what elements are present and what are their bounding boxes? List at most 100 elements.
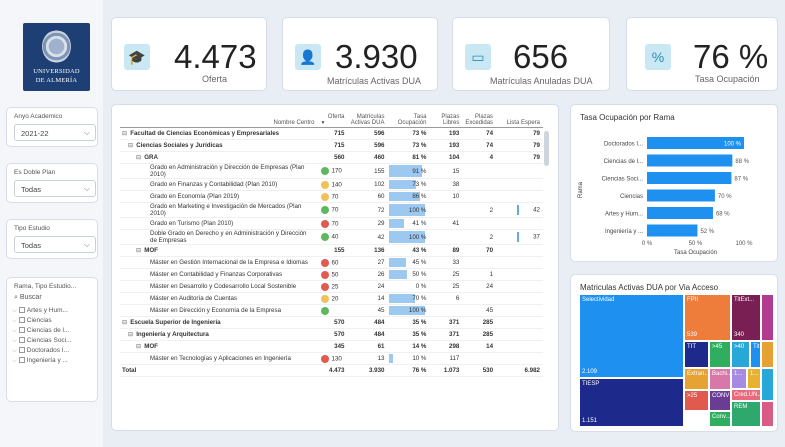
column-header[interactable]: Plazas Excedidas [462, 113, 497, 128]
treemap-tile[interactable]: TitExt... 340 [731, 294, 761, 341]
treemap-title: Matriculas Activas DUA por Via Acceso [580, 283, 719, 292]
rama-option[interactable]: ⌵ Ciencias [12, 316, 96, 326]
treemap-tile[interactable]: Cred.UN... [731, 389, 761, 401]
cell-value: 136 [347, 244, 388, 257]
column-header[interactable]: Plazas Libres [429, 113, 463, 128]
rama-bar-label: 52 % [700, 229, 714, 235]
column-header[interactable]: Matrículas Activas DUA [347, 113, 388, 128]
table-row: Grado en Economía (Plan 2019) 70 60 86 % 10 [120, 190, 543, 203]
rama-bar[interactable] [647, 224, 698, 237]
treemap-tile[interactable]: TIT [684, 341, 709, 368]
treemap-tile[interactable]: >25 [684, 390, 709, 411]
column-header[interactable]: Tasa Ocupación [387, 113, 430, 128]
cell-value: 74 [462, 139, 497, 152]
cell-value: 155 [317, 244, 348, 257]
column-header[interactable]: Nombre Centro [120, 113, 318, 128]
tipo-dropdown[interactable]: Todas ⌵ [14, 236, 96, 253]
treemap-tile[interactable] [761, 368, 774, 401]
rama-option[interactable]: ⌵ Doctorados I... [12, 346, 96, 356]
column-header[interactable]: Oferta ▼ [317, 113, 348, 128]
treemap-tile[interactable]: 1... [747, 368, 761, 389]
cell-value: 76 % [387, 364, 430, 377]
checkbox[interactable] [18, 317, 25, 324]
tasa-cell: 73 % [387, 178, 430, 191]
tasa-cell: 91 % [387, 163, 430, 179]
rama-chart-title: Tasa Ocupación por Rama [580, 113, 675, 122]
cell-value: 73 % [412, 181, 427, 188]
kpi-oferta-value: 4.473 [174, 38, 257, 75]
cell-value: 14 [462, 340, 497, 353]
rama-category-label: Artes y Hum... [605, 212, 643, 218]
collapse-icon[interactable]: ⊟ [128, 142, 133, 149]
total-row: Total 4.473 3.930 76 % 1.073 530 6.982 [120, 364, 543, 377]
treemap-tile[interactable]: Selectividad 2.109 [579, 294, 684, 378]
cell-value: 70 % [412, 295, 427, 302]
treemap-tile[interactable]: 1... [731, 368, 747, 389]
treemap-tile[interactable] [761, 294, 774, 341]
cell-value: 715 [317, 127, 348, 140]
search-box[interactable]: ⌕ Buscar [14, 294, 42, 302]
rama-bar[interactable] [647, 154, 733, 167]
collapse-icon[interactable]: ⊟ [122, 130, 127, 137]
treemap-card: Matriculas Activas DUA por Via Acceso Se… [570, 274, 778, 432]
rama-option[interactable]: ⌵ Ciencias de l... [12, 326, 96, 336]
cell-value: 60 [347, 190, 388, 203]
collapse-icon[interactable]: ⊟ [136, 247, 141, 254]
collapse-icon[interactable]: ⊟ [122, 319, 127, 326]
cell-value: 3.930 [347, 364, 388, 377]
collapse-icon[interactable]: ⊟ [128, 331, 133, 338]
table-row: Doble Grado en Derecho y en Administraci… [120, 229, 543, 245]
treemap-tile[interactable]: FPII 539 [684, 294, 731, 341]
treemap-tile-name: 1... [734, 371, 743, 377]
row-name: ⊟ GRA [120, 151, 318, 164]
rama-bar[interactable] [647, 172, 732, 184]
checkbox[interactable] [18, 357, 25, 364]
sort-desc-icon[interactable]: ▼ [321, 120, 345, 126]
rama-bar[interactable] [647, 189, 715, 202]
cell-value: 104 [429, 151, 463, 164]
tasa-cell: 10 % [387, 352, 430, 365]
treemap-tile[interactable] [761, 401, 774, 427]
treemap-tile[interactable]: Bachi... [709, 368, 731, 390]
rama-option[interactable]: ⌵ Ciencias Soci... [12, 336, 96, 346]
treemap-tile-name: Tit... [753, 344, 760, 350]
table-scrollbar[interactable] [544, 131, 549, 166]
cell-value: 4 [462, 151, 497, 164]
checkbox[interactable] [18, 327, 25, 334]
filter-rama-title: Rama, Tipo Estudio... [14, 283, 77, 290]
treemap-tile[interactable]: Conv... [709, 411, 731, 427]
treemap-tile[interactable]: TIESP 1.151 [579, 378, 684, 427]
rama-bar[interactable] [647, 207, 713, 219]
cell-value: 41 [429, 217, 463, 230]
row-name: Doble Grado en Derecho y en Administraci… [120, 229, 318, 245]
row-name: ⊟ MOF [120, 340, 318, 353]
treemap-tile[interactable]: CONV [709, 390, 731, 411]
collapse-icon[interactable]: ⊟ [136, 343, 141, 350]
checkbox[interactable] [18, 337, 25, 344]
rama-option[interactable]: ⌵ Ingeniería y ... [12, 356, 96, 366]
cell-value [496, 280, 543, 293]
treemap-tile[interactable]: >45 [709, 341, 731, 368]
graduation-cap-icon: 🎓 [124, 44, 150, 70]
rama-axis-xlabel: Tasa Ocupación [674, 250, 717, 256]
doble-dropdown[interactable]: Todas ⌵ [14, 180, 96, 197]
row-name: Máster en Dirección y Economía de la Emp… [120, 304, 318, 317]
cell-value: 4.473 [317, 364, 348, 377]
treemap-tile[interactable] [761, 341, 774, 368]
rama-option[interactable]: ⌵ Artes y Hum... [12, 306, 96, 316]
checkbox[interactable] [18, 347, 25, 354]
checkbox[interactable] [18, 307, 25, 314]
treemap-tile[interactable]: >40 [731, 341, 750, 368]
table-row: ⊟ Ciencias Sociales y Jurídicas 715 596 73 %… [120, 139, 543, 152]
cell-value: 43 % [387, 244, 430, 257]
treemap-tile-value: 340 [734, 332, 745, 338]
column-header[interactable]: Lista Espera [496, 113, 543, 128]
row-label: MOF [144, 247, 158, 254]
kpi-matriculas-anuladas: ▭ 656 Matrículas Anuladas DUA [452, 17, 610, 91]
cell-value: 484 [347, 328, 388, 341]
treemap-tile[interactable]: Extran... [684, 368, 709, 390]
year-dropdown[interactable]: 2021-22 ⌵ [14, 124, 96, 141]
collapse-icon[interactable]: ⊟ [136, 154, 141, 161]
treemap-tile[interactable]: REM [731, 401, 761, 427]
treemap-tile[interactable]: Tit... [750, 341, 761, 368]
